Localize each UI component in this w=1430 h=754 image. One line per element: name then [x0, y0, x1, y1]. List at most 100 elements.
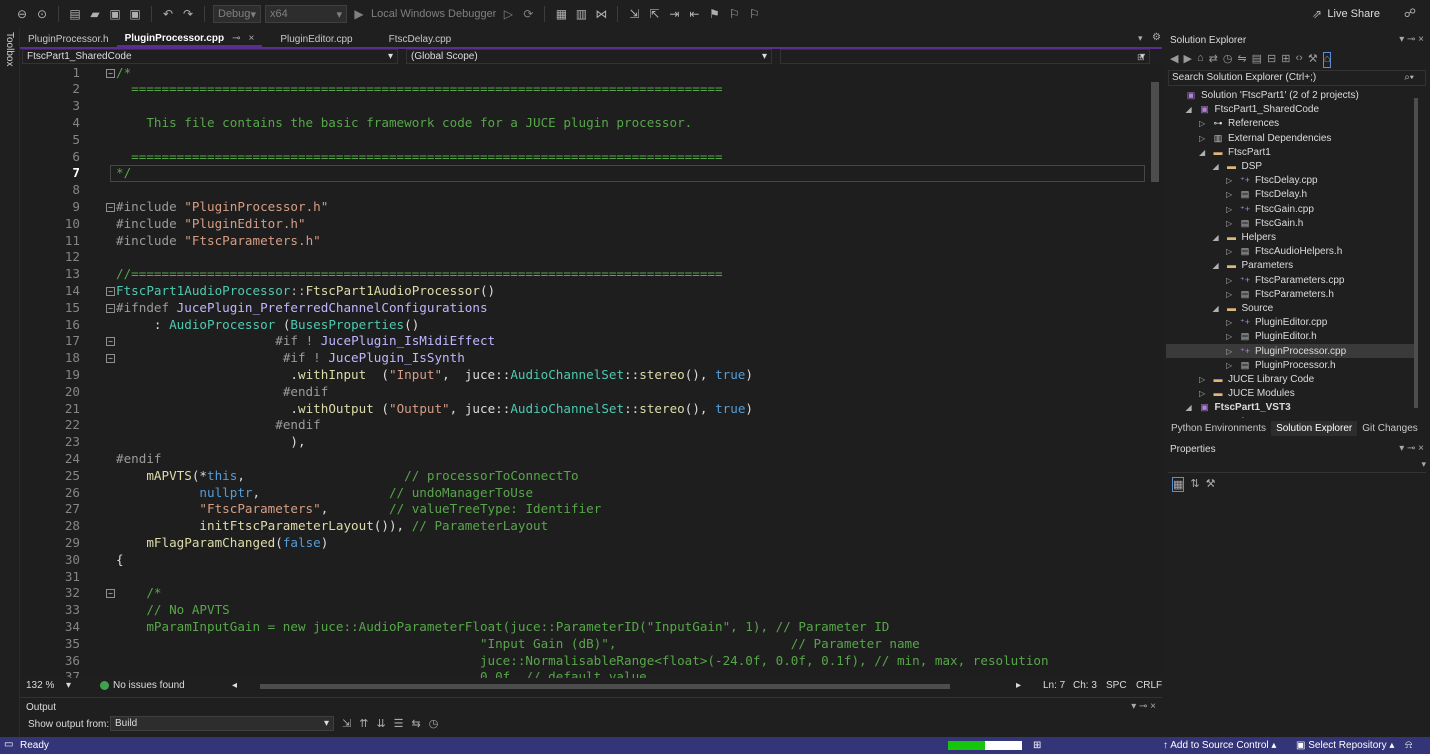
tree-item[interactable]: ◢ ▬ FtscPart1 [1166, 145, 1414, 159]
code-line[interactable]: 7 */ [22, 165, 1148, 182]
code-line[interactable]: 5 [22, 132, 1148, 149]
solution-scrollbar[interactable] [1412, 88, 1420, 418]
property-pages-icon[interactable]: ⚒ [1206, 477, 1216, 492]
open-folder-icon[interactable]: ▰ [87, 7, 103, 21]
fold-toggle-icon[interactable]: − [106, 303, 115, 313]
tree-item[interactable]: ◢ ▬ Parameters [1166, 258, 1414, 272]
code-line[interactable]: 30 { [22, 552, 1148, 569]
line-indicator[interactable]: Ln: 7 [1043, 680, 1065, 691]
code-line[interactable]: 8 [22, 182, 1148, 199]
expand-arrow-icon[interactable]: ▷ [1226, 359, 1238, 373]
pin-icon[interactable]: ⊸ [232, 33, 240, 44]
code-line[interactable]: 14− FtscPart1AudioProcessor::FtscPart1Aud… [22, 283, 1148, 300]
fold-toggle-icon[interactable]: − [106, 589, 115, 599]
expand-arrow-icon[interactable]: ▷ [1199, 132, 1211, 146]
code-line[interactable]: 3 [22, 98, 1148, 115]
expand-arrow-icon[interactable]: ◢ [1186, 103, 1198, 117]
expand-arrow-icon[interactable]: ▷ [1199, 373, 1211, 387]
hot-reload-icon[interactable]: ⟳ [520, 7, 536, 21]
feedback-icon[interactable]: ☍ [1404, 6, 1416, 20]
line-ending-indicator[interactable]: CRLF [1136, 680, 1162, 691]
code-line[interactable]: 1 −/* [22, 65, 1148, 82]
back-icon[interactable]: ⊖ [14, 7, 30, 21]
search-icon[interactable]: ⌕▾ [1404, 72, 1414, 83]
tree-item[interactable]: ▷ ▤ PluginProcessor.h [1166, 358, 1414, 372]
code-line[interactable]: 33 // No APVTS [22, 602, 1148, 619]
expand-arrow-icon[interactable]: ▷ [1226, 188, 1238, 202]
tree-item[interactable]: ▷ ⁺+ PluginEditor.cpp [1166, 315, 1414, 329]
sync-icon[interactable]: ⇋ [1237, 52, 1246, 68]
scrollbar-thumb[interactable] [1414, 98, 1418, 408]
project-select[interactable]: FtscPart1_SharedCode ▾ [22, 49, 398, 64]
code-line[interactable]: 28 initFtscParameterLayout()), // Parame… [22, 518, 1148, 535]
code-line[interactable]: 15 − #ifndef JucePlugin_PreferredChannelCo… [22, 300, 1148, 317]
tree-item[interactable]: ▷ ▤ FtscGain.h [1166, 216, 1414, 230]
timestamp-icon[interactable]: ◷ [429, 717, 439, 730]
code-line[interactable]: 37 0.0f, // default value [22, 669, 1148, 678]
code-line[interactable]: 31 [22, 569, 1148, 586]
code-line[interactable]: 12 [22, 249, 1148, 266]
fold-toggle-icon[interactable]: − [106, 68, 115, 78]
forward-icon[interactable]: ▶ [1183, 52, 1191, 68]
step-over-icon[interactable]: ⇱ [646, 7, 662, 21]
save-all-icon[interactable]: ▣ [127, 7, 143, 21]
expand-arrow-icon[interactable]: ◢ [1213, 231, 1225, 245]
expand-arrow-icon[interactable]: ▷ [1199, 416, 1211, 419]
expand-arrow-icon[interactable]: ◢ [1213, 302, 1225, 316]
code-line[interactable]: 36 juce::NormalisableRange<float>(-24.0f… [22, 653, 1148, 670]
brackets-icon[interactable]: ⋈ [593, 7, 609, 21]
outdent-icon[interactable]: ⇤ [686, 7, 702, 21]
tab-plugineditor-cpp[interactable]: PluginEditor.cpp [272, 32, 360, 47]
gear-icon[interactable]: ⚙ [1152, 32, 1161, 43]
output-source-select[interactable]: Build ▾ [110, 716, 334, 731]
tree-item[interactable]: ▷⊶ References [1166, 116, 1414, 130]
pane-controls[interactable]: ▾ ⊸ × [1131, 701, 1156, 712]
pane-controls[interactable]: ▾ ⊸ × [1399, 443, 1424, 454]
expand-arrow-icon[interactable]: ▷ [1226, 345, 1238, 359]
layout-icon[interactable]: ▥ [573, 7, 589, 21]
tree-item[interactable]: ▷ ▬ JUCE Modules [1166, 386, 1414, 400]
close-icon[interactable]: × [248, 33, 254, 44]
tab-pluginprocessor-h[interactable]: PluginProcessor.h [20, 32, 117, 47]
code-line[interactable]: 13 //====================================… [22, 266, 1148, 283]
tree-item[interactable]: ◢ ▣ FtscPart1_VST3 [1166, 400, 1414, 414]
expand-arrow-icon[interactable]: ▷ [1226, 203, 1238, 217]
indent-icon[interactable]: ⇥ [666, 7, 682, 21]
tree-item[interactable]: ▷ ▤ FtscParameters.h [1166, 287, 1414, 301]
start-debug-icon[interactable]: ▶ [351, 7, 367, 21]
tab-ftscdelay-cpp[interactable]: FtscDelay.cpp [381, 32, 460, 47]
code-line[interactable]: 19 .withInput ("Input", juce::AudioChann… [22, 367, 1148, 384]
expand-arrow-icon[interactable]: ◢ [1186, 401, 1198, 415]
scroll-left-icon[interactable]: ◂ [232, 680, 237, 691]
fold-toggle-icon[interactable]: − [106, 286, 115, 296]
refresh-icon[interactable]: ▤ [1252, 52, 1262, 68]
step-icon[interactable]: ⇲ [626, 7, 642, 21]
expand-arrow-icon[interactable]: ◢ [1213, 259, 1225, 273]
select-repository-button[interactable]: ▣ Select Repository ▴ [1296, 740, 1394, 751]
bookmark-next-icon[interactable]: ⚐ [746, 7, 762, 21]
clear-all-icon[interactable]: ☰ [394, 717, 404, 730]
zoom-level[interactable]: 132 % [26, 680, 54, 691]
code-view-icon[interactable]: ‹› [1295, 52, 1302, 68]
redo-icon[interactable]: ↷ [180, 7, 196, 21]
tree-item[interactable]: ◢ ▬ DSP [1166, 159, 1414, 173]
show-all-files-icon[interactable]: ⊞ [1281, 52, 1290, 68]
scrollbar-thumb[interactable] [1151, 82, 1159, 182]
undo-icon[interactable]: ↶ [160, 7, 176, 21]
word-wrap-icon[interactable]: ⇆ [412, 717, 421, 730]
member-select[interactable]: ▾ [780, 49, 1150, 64]
fold-toggle-icon[interactable]: − [106, 202, 115, 212]
scroll-right-icon[interactable]: ▸ [1016, 680, 1021, 691]
expand-arrow-icon[interactable]: ▷ [1226, 316, 1238, 330]
tree-item[interactable]: ▷ ▤ PluginEditor.h [1166, 329, 1414, 343]
code-line[interactable]: 2 ======================================… [22, 81, 1148, 98]
browser-icon[interactable]: ▦ [553, 7, 569, 21]
code-editor[interactable]: 1−/* 2 ==================================… [22, 64, 1148, 678]
code-line[interactable]: 16 : AudioProcessor (BusesProperties() [22, 317, 1148, 334]
back-icon[interactable]: ◀ [1170, 52, 1178, 68]
code-line[interactable]: 11 #include "FtscParameters.h" [22, 233, 1148, 250]
expand-arrow-icon[interactable]: ◢ [1213, 160, 1225, 174]
properties-icon[interactable]: ⚒ [1308, 52, 1318, 68]
code-line[interactable]: 6 ======================================… [22, 149, 1148, 166]
start-without-debug-icon[interactable]: ▷ [500, 7, 516, 21]
